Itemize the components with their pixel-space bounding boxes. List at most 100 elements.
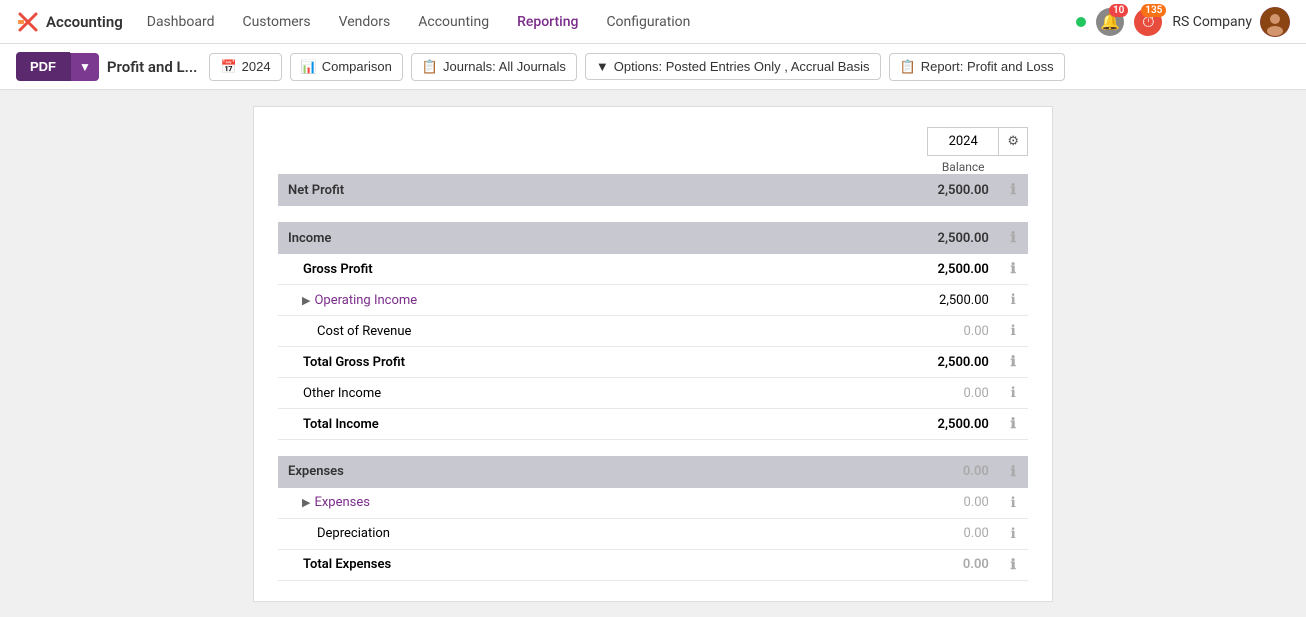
timer-badge[interactable]: ⏱ 135: [1134, 8, 1162, 36]
info-icon[interactable]: ℹ: [1011, 464, 1016, 480]
section-header-info[interactable]: ℹ: [999, 222, 1028, 254]
pdf-caret-button[interactable]: ▼: [70, 53, 99, 81]
table-row: Total Income 2,500.00 ℹ: [278, 409, 1028, 440]
pdf-button[interactable]: PDF: [16, 52, 70, 81]
row-amount: 0.00: [928, 549, 999, 580]
table-row: Depreciation 0.00 ℹ: [278, 518, 1028, 549]
section-header-amount: 0.00: [928, 456, 999, 488]
table-row: ▶Operating Income 2,500.00 ℹ: [278, 285, 1028, 316]
report-table: 2024 ⚙ Balance Net Profit 2,500.00 ℹ Inc…: [278, 127, 1028, 581]
page-title: Profit and L...: [107, 58, 198, 76]
row-amount: 0.00: [928, 378, 999, 409]
nav-item-accounting[interactable]: Accounting: [406, 8, 501, 36]
info-icon[interactable]: ℹ: [1011, 292, 1016, 308]
filter-report-label: Report: Profit and Loss: [921, 59, 1054, 74]
avatar-image: [1260, 7, 1290, 37]
main-content: 2024 ⚙ Balance Net Profit 2,500.00 ℹ Inc…: [0, 90, 1306, 611]
table-row: Gross Profit 2,500.00 ℹ: [278, 254, 1028, 285]
company-name: RS Company: [1172, 14, 1252, 30]
info-icon[interactable]: ℹ: [1011, 385, 1016, 401]
row-label[interactable]: Expenses: [314, 495, 370, 510]
row-info-cell[interactable]: ℹ: [999, 254, 1028, 285]
pdf-button-group: PDF ▼: [16, 52, 99, 81]
row-amount: 2,500.00: [928, 254, 999, 285]
balance-label: Balance: [928, 156, 999, 175]
row-info-cell[interactable]: ℹ: [999, 285, 1028, 316]
row-label: Total Income: [303, 417, 379, 432]
section-header-row: Net Profit 2,500.00 ℹ: [278, 174, 1028, 206]
top-navigation: Accounting Dashboard Customers Vendors A…: [0, 0, 1306, 44]
filter-options[interactable]: ▼ Options: Posted Entries Only , Accrual…: [585, 53, 881, 80]
info-icon[interactable]: ℹ: [1011, 416, 1016, 432]
nav-right-section: 🔔 10 ⏱ 135 RS Company: [1076, 7, 1290, 37]
row-label-cell: ▶ Operating Income: [278, 285, 928, 316]
info-icon[interactable]: ℹ: [1011, 323, 1016, 339]
row-info-cell[interactable]: ℹ: [999, 409, 1028, 440]
calendar-icon: 📅: [220, 59, 236, 75]
row-info-cell[interactable]: ℹ: [999, 347, 1028, 378]
row-label-cell: Depreciation: [278, 518, 928, 549]
table-row: Cost of Revenue 0.00 ℹ: [278, 316, 1028, 347]
nav-item-configuration[interactable]: Configuration: [594, 8, 702, 36]
nav-item-dashboard[interactable]: Dashboard: [135, 8, 227, 36]
report-header-row: 2024 ⚙: [278, 128, 1028, 156]
row-info-cell[interactable]: ℹ: [999, 378, 1028, 409]
nav-logo-text: Accounting: [46, 13, 123, 31]
filter-report[interactable]: 📋 Report: Profit and Loss: [889, 53, 1065, 81]
app-logo-icon: [16, 10, 40, 34]
info-icon[interactable]: ℹ: [1011, 526, 1016, 542]
section-header-label: Expenses: [278, 456, 928, 488]
row-label: Depreciation: [317, 526, 390, 541]
report-icon: 📋: [900, 59, 916, 75]
nav-item-vendors[interactable]: Vendors: [327, 8, 403, 36]
section-header-amount: 2,500.00: [928, 222, 999, 254]
filter-journals-label: Journals: All Journals: [443, 59, 566, 74]
section-header-info[interactable]: ℹ: [999, 456, 1028, 488]
filter-year-label: 2024: [242, 59, 271, 74]
info-icon[interactable]: ℹ: [1011, 261, 1016, 277]
notifications-badge[interactable]: 🔔 10: [1096, 8, 1124, 36]
info-icon[interactable]: ℹ: [1011, 354, 1016, 370]
row-info-cell[interactable]: ℹ: [999, 316, 1028, 347]
row-info-cell[interactable]: ℹ: [999, 488, 1028, 519]
filter-journals[interactable]: 📋 Journals: All Journals: [411, 53, 577, 81]
nav-item-reporting[interactable]: Reporting: [505, 8, 590, 36]
info-icon[interactable]: ℹ: [1011, 230, 1016, 246]
table-row: Total Gross Profit 2,500.00 ℹ: [278, 347, 1028, 378]
section-header-row: Income 2,500.00 ℹ: [278, 222, 1028, 254]
user-avatar[interactable]: [1260, 7, 1290, 37]
nav-item-customers[interactable]: Customers: [230, 8, 322, 36]
timer-count: 135: [1141, 4, 1166, 17]
row-info-cell[interactable]: ℹ: [999, 549, 1028, 580]
spacer-row: [278, 206, 1028, 222]
report-container: 2024 ⚙ Balance Net Profit 2,500.00 ℹ Inc…: [253, 106, 1053, 602]
info-icon[interactable]: ℹ: [1011, 182, 1016, 198]
table-row: Other Income 0.00 ℹ: [278, 378, 1028, 409]
notifications-count: 10: [1109, 4, 1128, 17]
expand-icon[interactable]: ▶: [302, 294, 310, 307]
row-label-cell: Total Income: [278, 409, 928, 440]
online-status-dot: [1076, 17, 1086, 27]
balance-label-row: Balance: [278, 156, 1028, 175]
nav-logo[interactable]: Accounting: [16, 10, 123, 34]
expand-icon[interactable]: ▶: [302, 496, 310, 509]
row-label-cell: Total Gross Profit: [278, 347, 928, 378]
filter-comparison-label: Comparison: [322, 59, 392, 74]
info-icon[interactable]: ℹ: [1011, 557, 1016, 573]
section-header-info[interactable]: ℹ: [999, 174, 1028, 206]
info-icon[interactable]: ℹ: [1011, 495, 1016, 511]
settings-column-header[interactable]: ⚙: [999, 128, 1028, 156]
row-label-cell: Total Expenses: [278, 549, 928, 580]
company-selector[interactable]: RS Company: [1172, 7, 1290, 37]
filter-2024[interactable]: 📅 2024: [209, 53, 281, 81]
row-label: Total Expenses: [303, 557, 391, 572]
row-label[interactable]: Operating Income: [314, 293, 417, 308]
filter-comparison[interactable]: 📊 Comparison: [290, 53, 403, 81]
row-label: Total Gross Profit: [303, 355, 405, 370]
section-header-row: Expenses 0.00 ℹ: [278, 456, 1028, 488]
row-label: Gross Profit: [303, 262, 373, 277]
filter-icon: ▼: [596, 59, 609, 74]
report-toolbar: PDF ▼ Profit and L... 📅 2024 📊 Compariso…: [0, 44, 1306, 90]
row-info-cell[interactable]: ℹ: [999, 518, 1028, 549]
section-header-label: Net Profit: [278, 174, 928, 206]
